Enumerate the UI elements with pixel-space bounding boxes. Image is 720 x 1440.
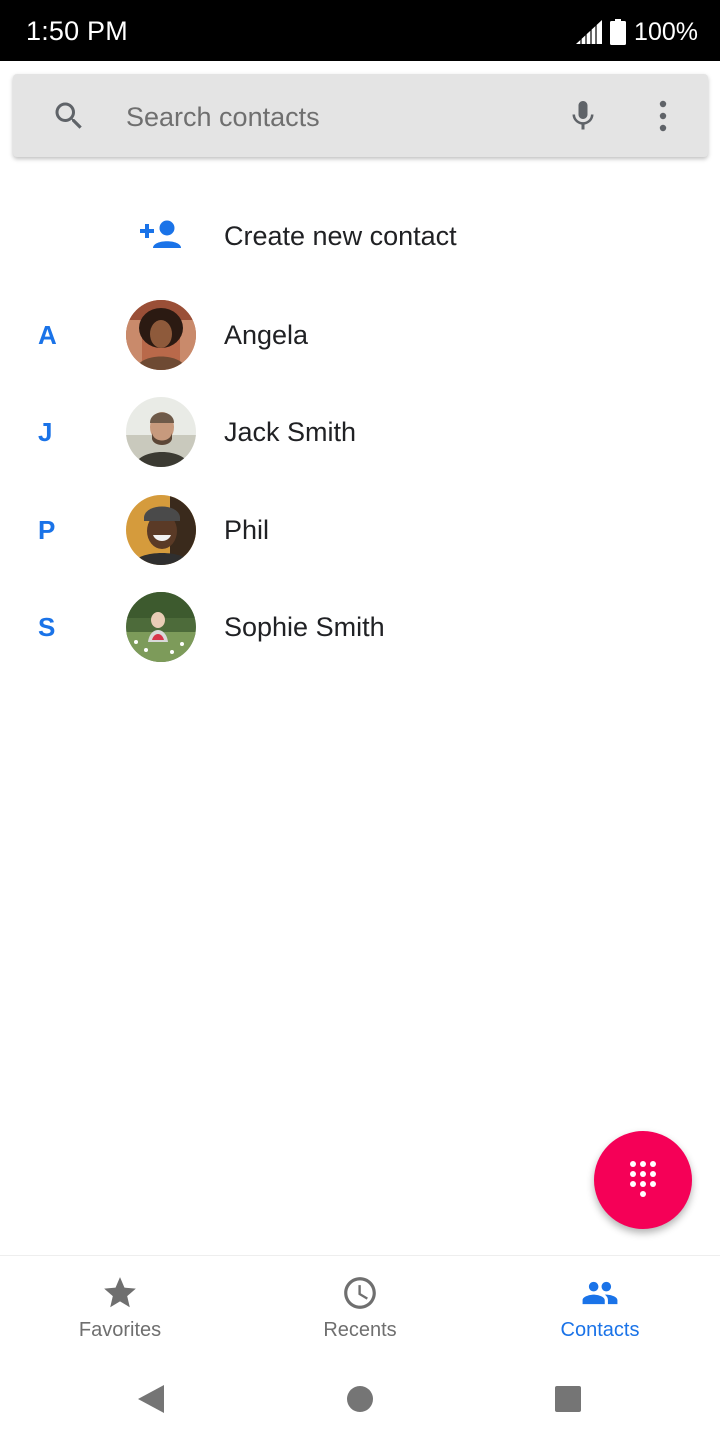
add-person-icon: [140, 220, 181, 248]
status-indicators: 100%: [576, 16, 698, 48]
contact-name: Angela: [224, 320, 309, 350]
people-icon: [582, 1281, 618, 1305]
contact-name: Jack Smith: [224, 417, 357, 447]
tab-recents-label: Recents: [323, 1319, 397, 1341]
system-navigation-bar: [0, 1365, 720, 1440]
contact-name: Sophie Smith: [224, 612, 385, 642]
search-bar[interactable]: [13, 74, 708, 157]
contact-row[interactable]: J Jack Smith: [0, 383, 720, 481]
clock-icon: [344, 1277, 376, 1309]
create-new-contact-label: Create new contact: [224, 221, 457, 251]
tab-recents[interactable]: Recents: [240, 1256, 480, 1366]
star-icon: [104, 1277, 136, 1308]
overview-icon[interactable]: [554, 1385, 582, 1413]
more-options-icon[interactable]: [649, 96, 677, 136]
battery-percent: 100%: [634, 17, 698, 46]
microphone-icon[interactable]: [565, 96, 601, 136]
status-time: 1:50 PM: [26, 16, 128, 46]
section-letter: S: [38, 612, 56, 642]
battery-icon: [610, 19, 627, 45]
contact-row[interactable]: S Sophie Smith: [0, 578, 720, 676]
search-input[interactable]: [126, 100, 546, 134]
avatar: [126, 300, 196, 370]
dialpad-button[interactable]: [594, 1131, 692, 1229]
signal-icon: [576, 20, 603, 44]
dialpad-icon: [630, 1161, 656, 1197]
section-letter: A: [38, 320, 57, 350]
contact-row[interactable]: P Phil: [0, 481, 720, 579]
home-icon[interactable]: [346, 1385, 374, 1413]
bottom-navigation: Favorites Recents Contacts: [0, 1255, 720, 1365]
back-icon[interactable]: [136, 1383, 166, 1415]
status-bar: 1:50 PM 100%: [0, 0, 720, 61]
avatar: [126, 592, 196, 662]
tab-contacts-label: Contacts: [560, 1319, 640, 1341]
contact-row[interactable]: A Angela: [0, 286, 720, 384]
search-icon[interactable]: [51, 98, 87, 134]
section-letter: P: [38, 515, 56, 545]
create-new-contact-button[interactable]: Create new contact: [0, 188, 720, 284]
avatar: [126, 397, 196, 467]
tab-favorites[interactable]: Favorites: [0, 1256, 240, 1366]
section-letter: J: [38, 417, 53, 447]
avatar: [126, 495, 196, 565]
tab-contacts[interactable]: Contacts: [480, 1256, 720, 1366]
contact-name: Phil: [224, 515, 270, 545]
tab-favorites-label: Favorites: [78, 1319, 162, 1341]
